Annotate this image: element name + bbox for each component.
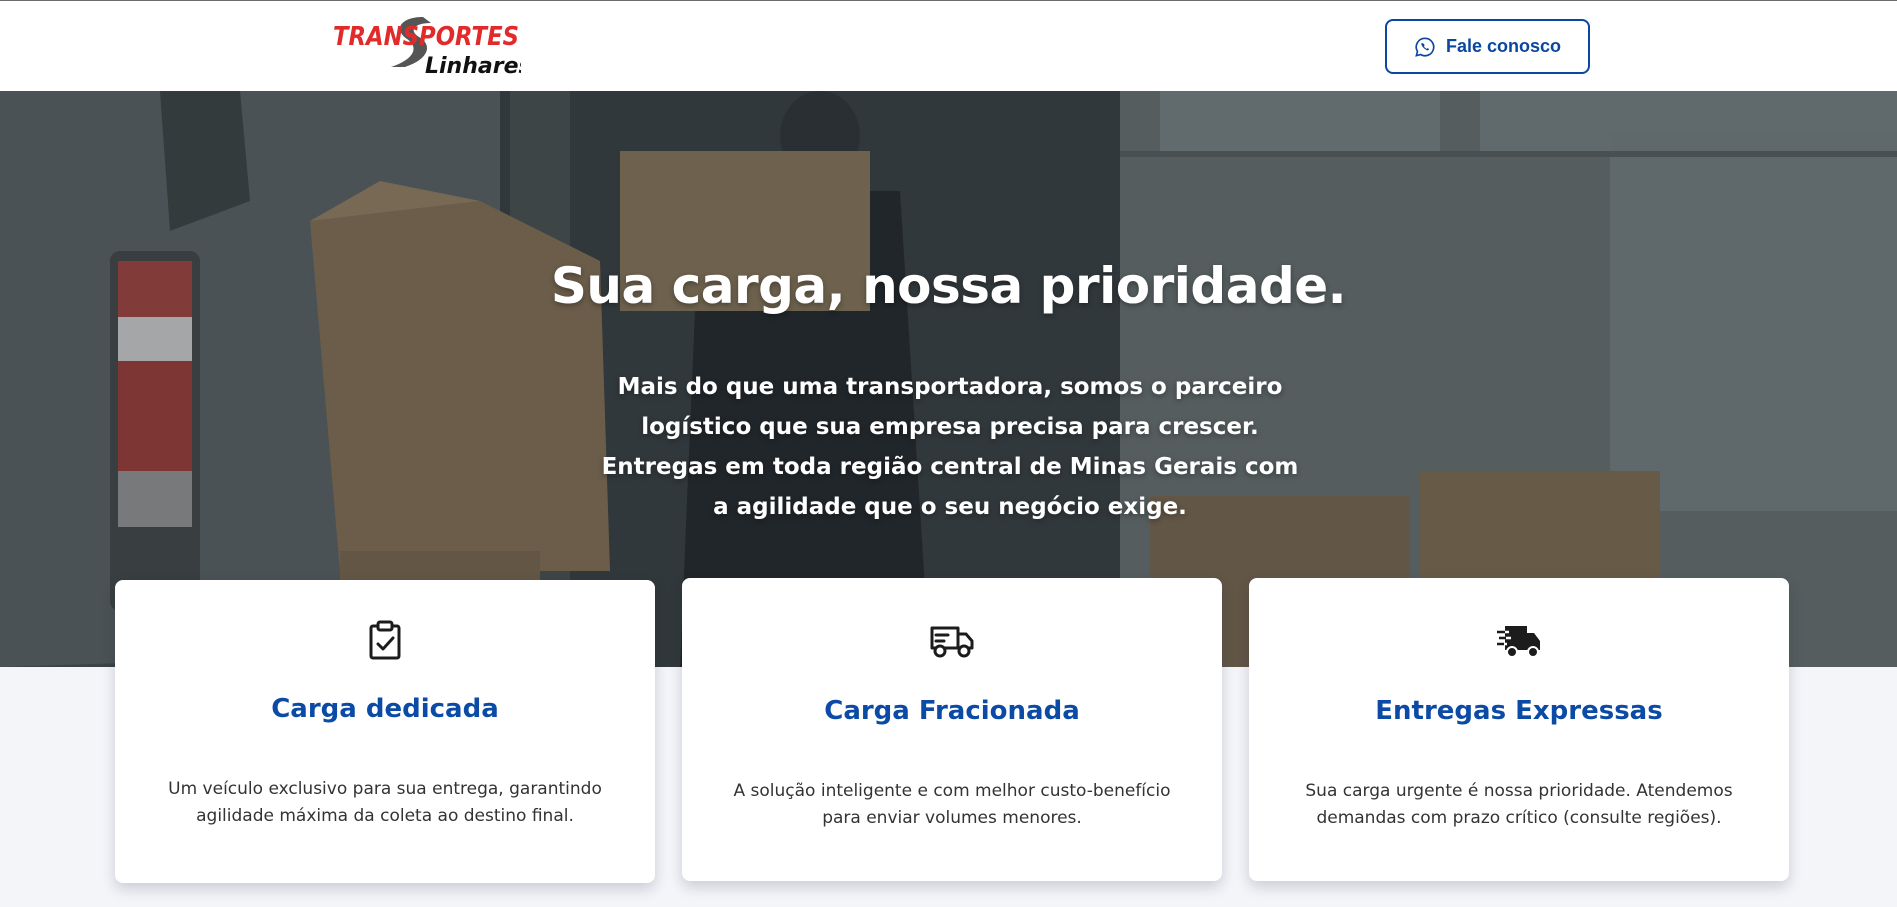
service-card-express[interactable]: Entregas Expressas Sua carga urgente é n… [1249, 578, 1789, 881]
contact-button-label: Fale conosco [1445, 36, 1562, 56]
logo-subtitle: Linhares [425, 54, 521, 75]
card-text: Um veículo exclusivo para sua entrega, g… [168, 779, 602, 826]
contact-button[interactable]: Fale conosco [1385, 19, 1590, 74]
road-s-logo-icon: TRANSPORTES Linhares [333, 17, 521, 75]
whatsapp-icon [1415, 36, 1435, 57]
logo-wordmark: TRANSPORTES [333, 22, 519, 52]
card-title: Carga Fracionada [824, 696, 1080, 726]
card-text: A solução inteligente e com melhor custo… [733, 781, 1171, 828]
fast-truck-icon [1497, 626, 1540, 658]
service-card-fractional[interactable]: Carga Fracionada A solução inteligente e… [682, 578, 1222, 881]
card-title: Carga dedicada [271, 694, 499, 724]
clipboard-check-icon [369, 620, 401, 660]
hero-title: Sua carga, nossa prioridade. [550, 257, 1347, 315]
service-card-dedicated[interactable]: Carga dedicada Um veículo exclusivo para… [115, 580, 655, 883]
truck-icon [930, 626, 974, 658]
site-header: TRANSPORTES Linhares Fale conosco [0, 1, 1897, 91]
icon-wrap [1249, 620, 1789, 660]
hero-subtitle: Mais do que uma transportadora, somos o … [601, 374, 1299, 520]
icon-wrap [115, 620, 655, 660]
logo[interactable]: TRANSPORTES Linhares [331, 15, 521, 75]
icon-wrap [682, 620, 1222, 660]
card-title: Entregas Expressas [1375, 696, 1663, 726]
card-text: Sua carga urgente é nossa prioridade. At… [1305, 781, 1733, 828]
